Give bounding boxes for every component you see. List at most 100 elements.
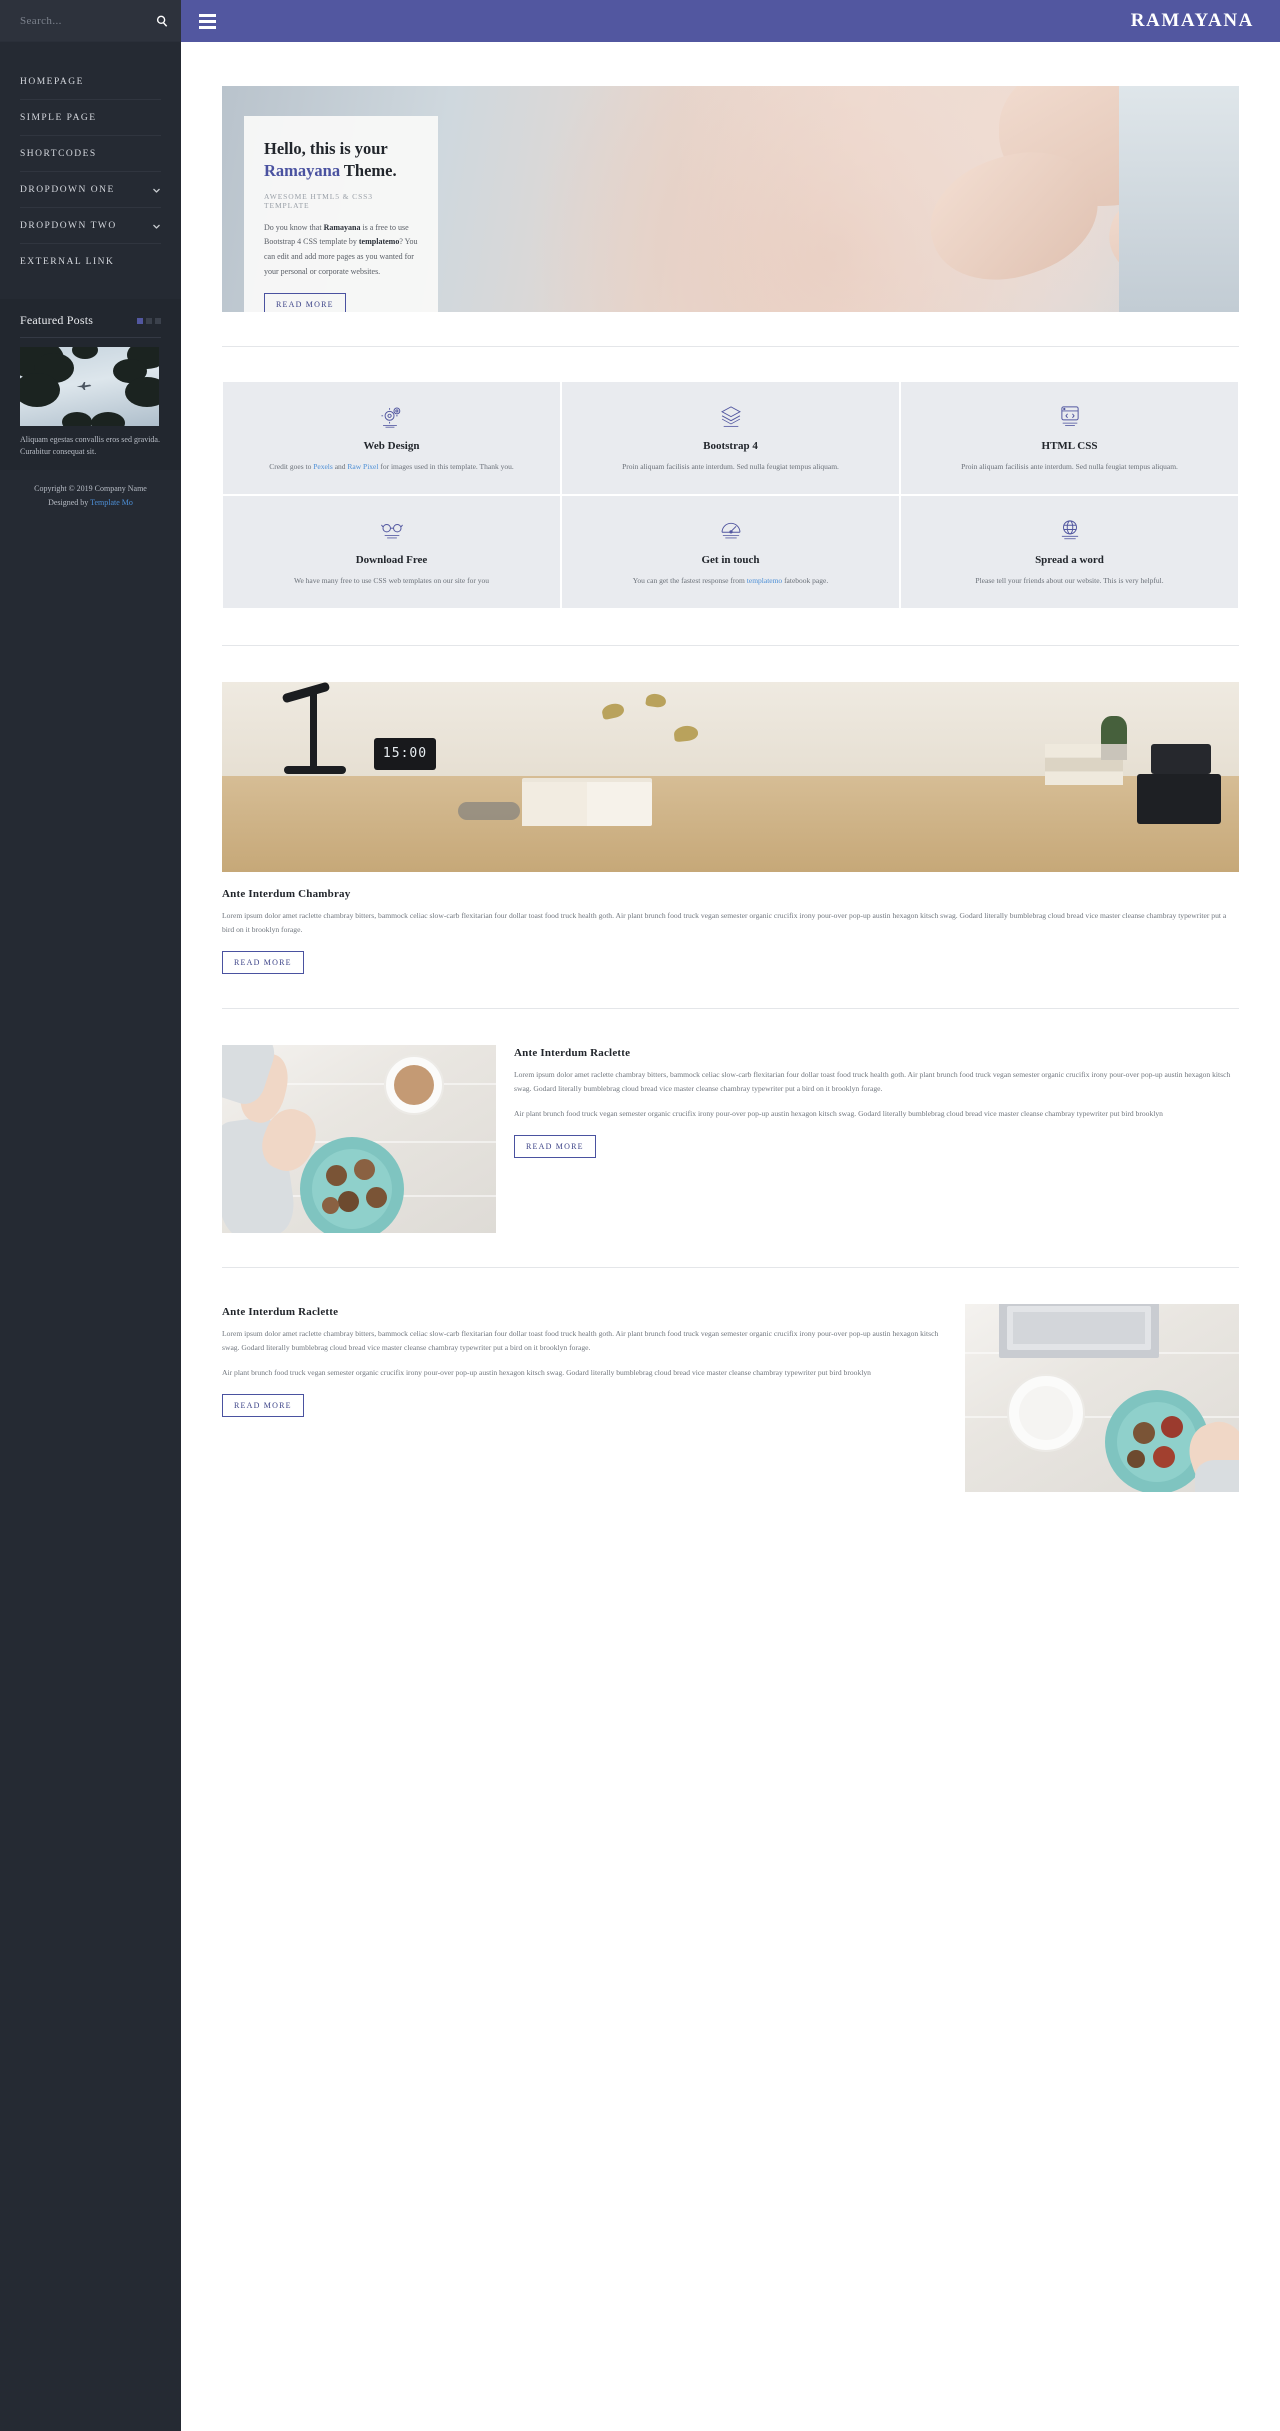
content-container: Hello, this is your Ramayana Theme. AWES… bbox=[181, 86, 1280, 1492]
feature-desc: You can get the fastest response from te… bbox=[633, 575, 828, 588]
featured-post-image[interactable] bbox=[20, 347, 159, 426]
feature-desc: Credit goes to Pexels and Raw Pixel for … bbox=[269, 461, 513, 474]
templatemo-link[interactable]: templatemo bbox=[747, 576, 782, 585]
features-grid: Web Design Credit goes to Pexels and Raw… bbox=[222, 381, 1239, 609]
top-header-bar: RAMAYANA bbox=[181, 0, 1280, 42]
featured-posts-widget: Featured Posts Aliquam egestas convallis… bbox=[0, 299, 181, 495]
divider bbox=[222, 346, 1239, 347]
sidebar-item-shortcodes[interactable]: SHORTCODES bbox=[20, 136, 161, 172]
chevron-down-icon[interactable] bbox=[152, 222, 161, 231]
search-input[interactable] bbox=[20, 14, 155, 27]
hero-heading-rest: Theme. bbox=[340, 160, 397, 180]
carousel-dot[interactable] bbox=[137, 317, 143, 324]
desc-pre: Credit goes to bbox=[269, 462, 314, 471]
feature-desc: Please tell your friends about our websi… bbox=[975, 575, 1164, 585]
sidebar-footer: Copyright © 2019 Company Name Designed b… bbox=[0, 470, 181, 522]
featured-post-caption: Aliquam egestas convallis eros sed gravi… bbox=[20, 435, 160, 457]
browser-icon bbox=[1057, 402, 1083, 428]
hero-heading-accent: Ramayana bbox=[264, 160, 341, 180]
sidebar-item-label: DROPDOWN TWO bbox=[20, 221, 117, 231]
divider bbox=[222, 1007, 1239, 1009]
post-body-2: Air plant brunch food truck vegan semest… bbox=[514, 1108, 1163, 1118]
hero-banner: Hello, this is your Ramayana Theme. AWES… bbox=[222, 86, 1239, 312]
desc-mid: fatebook page. bbox=[782, 575, 829, 585]
hero-heading-line1: Hello, this is your bbox=[264, 139, 388, 158]
hero-paragraph: Do you know that Ramayana is a free to u… bbox=[264, 221, 418, 279]
feature-card-spread-a-word[interactable]: Spread a word Please tell your friends a… bbox=[900, 494, 1239, 609]
feature-title: Get in touch bbox=[701, 553, 760, 566]
desk-clock: 15:00 bbox=[374, 737, 436, 770]
post-image-column bbox=[965, 1303, 1239, 1492]
post-read-more-button[interactable]: READ MORE bbox=[514, 1134, 596, 1158]
chevron-down-icon[interactable] bbox=[152, 186, 161, 195]
hamburger-icon[interactable] bbox=[199, 13, 216, 29]
blog-post-full: 15:00 Ante Interdum Chambray Lorem ipsum… bbox=[222, 681, 1239, 974]
sidebar-item-label: DROPDOWN ONE bbox=[20, 185, 115, 195]
post-image-coffee[interactable] bbox=[222, 1044, 496, 1233]
desc-post: for images used in this template. Thank … bbox=[378, 462, 514, 471]
feature-card-bootstrap4[interactable]: Bootstrap 4 Proin aliquam facilisis ante… bbox=[561, 381, 900, 495]
copyright-text: Copyright © 2019 Company Name bbox=[34, 484, 147, 493]
hero-card: Hello, this is your Ramayana Theme. AWES… bbox=[244, 116, 438, 312]
feature-card-get-in-touch[interactable]: Get in touch You can get the fastest res… bbox=[561, 494, 900, 609]
post-text-column: Ante Interdum Raclette Lorem ipsum dolor… bbox=[514, 1045, 1239, 1233]
post-image-column bbox=[222, 1044, 496, 1233]
blog-post-image-left: Ante Interdum Raclette Lorem ipsum dolor… bbox=[222, 1044, 1239, 1233]
post-title: Ante Interdum Raclette bbox=[514, 1046, 631, 1059]
sidebar-item-homepage[interactable]: HOMEPAGE bbox=[20, 64, 161, 100]
hero-read-more-button[interactable]: READ MORE bbox=[264, 293, 346, 312]
post-image-desk[interactable]: 15:00 bbox=[222, 681, 1239, 872]
feature-title: Web Design bbox=[363, 440, 420, 452]
carousel-dots[interactable] bbox=[137, 317, 161, 324]
sidebar-item-simple-page[interactable]: SIMPLE PAGE bbox=[20, 100, 161, 136]
sidebar-item-label: HOMEPAGE bbox=[20, 77, 84, 87]
feature-desc: Proin aliquam facilisis ante interdum. S… bbox=[961, 462, 1178, 471]
layers-icon bbox=[718, 402, 744, 428]
widget-title: Featured Posts bbox=[20, 313, 94, 327]
widget-header: Featured Posts bbox=[20, 313, 161, 338]
template-mo-link[interactable]: Template Mo bbox=[90, 498, 133, 507]
sidebar-item-dropdown-two[interactable]: DROPDOWN TWO bbox=[20, 208, 161, 244]
post-body: Lorem ipsum dolor amet raclette chambray… bbox=[222, 910, 1227, 934]
feature-card-web-design[interactable]: Web Design Credit goes to Pexels and Raw… bbox=[222, 381, 561, 495]
sidebar-item-label: SIMPLE PAGE bbox=[20, 113, 97, 123]
carousel-dot[interactable] bbox=[155, 317, 161, 324]
carousel-dot[interactable] bbox=[146, 317, 152, 324]
feature-desc: Proin aliquam facilisis ante interdum. S… bbox=[622, 462, 839, 471]
search-icon[interactable] bbox=[155, 14, 169, 28]
post-title: Ante Interdum Chambray bbox=[222, 887, 351, 900]
gears-icon bbox=[379, 402, 405, 428]
speedometer-icon bbox=[718, 516, 744, 542]
post-text-column: Ante Interdum Raclette Lorem ipsum dolor… bbox=[222, 1304, 947, 1492]
sidebar-item-external-link[interactable]: EXTERNAL LINK bbox=[20, 244, 161, 279]
post-read-more-button[interactable]: READ MORE bbox=[222, 1393, 304, 1417]
post-read-more-button[interactable]: READ MORE bbox=[222, 950, 304, 974]
sidebar-item-label: EXTERNAL LINK bbox=[20, 257, 115, 267]
desc-mid: and bbox=[332, 462, 348, 471]
divider bbox=[222, 1266, 1239, 1268]
brand-title: RAMAYANA bbox=[1130, 10, 1254, 31]
hero-bold-ramayana: Ramayana bbox=[323, 222, 361, 232]
feature-card-html-css[interactable]: HTML CSS Proin aliquam facilisis ante in… bbox=[900, 381, 1239, 495]
globe-icon bbox=[1057, 516, 1083, 542]
sidebar-item-dropdown-one[interactable]: DROPDOWN ONE bbox=[20, 172, 161, 208]
desc-pre: You can get the fastest response from bbox=[632, 575, 747, 585]
pexels-link[interactable]: Pexels bbox=[313, 462, 333, 471]
clock-time: 15:00 bbox=[382, 746, 428, 761]
feature-title: Bootstrap 4 bbox=[703, 440, 758, 452]
feature-title: HTML CSS bbox=[1041, 440, 1098, 452]
search-bar[interactable] bbox=[0, 0, 181, 42]
rawpixel-link[interactable]: Raw Pixel bbox=[347, 462, 378, 471]
feature-card-download-free[interactable]: Download Free We have many free to use C… bbox=[222, 494, 561, 609]
post-body: Lorem ipsum dolor amet raclette chambray… bbox=[222, 1328, 939, 1352]
sidebar-nav: HOMEPAGE SIMPLE PAGE SHORTCODES DROPDOWN… bbox=[0, 42, 181, 279]
post-image-laptop[interactable] bbox=[965, 1303, 1239, 1492]
feature-desc: We have many free to use CSS web templat… bbox=[294, 575, 489, 585]
hero-heading: Hello, this is your Ramayana Theme. bbox=[264, 138, 418, 182]
blog-post-image-right: Ante Interdum Raclette Lorem ipsum dolor… bbox=[222, 1303, 1239, 1492]
designed-by-prefix: Designed by bbox=[48, 498, 91, 507]
page-root: HOMEPAGE SIMPLE PAGE SHORTCODES DROPDOWN… bbox=[0, 0, 1280, 2431]
post-body-2: Air plant brunch food truck vegan semest… bbox=[222, 1367, 871, 1377]
feature-title: Spread a word bbox=[1035, 553, 1104, 566]
designed-by-text: Designed by Template Mo bbox=[10, 496, 171, 510]
